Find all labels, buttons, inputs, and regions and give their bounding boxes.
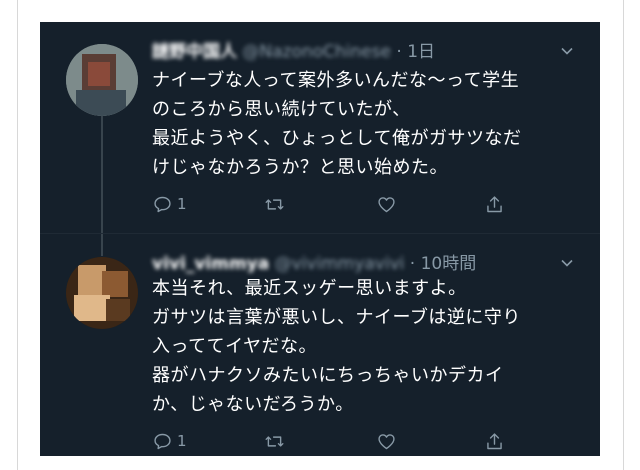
tweet-text-line: けじゃなかろうか？と思い始めた。	[152, 157, 448, 178]
tweet-text-line: 最近ようやく、ひょっとして俺がガサツなだ	[152, 128, 522, 149]
like-icon	[378, 433, 395, 449]
separator-dot: ·	[396, 42, 402, 62]
tweet-text-line: のころから思い続けていたが、	[152, 99, 411, 120]
share-button[interactable]	[484, 429, 505, 453]
share-button[interactable]	[484, 192, 505, 216]
page-border-left	[17, 0, 18, 470]
reply-count: 1	[177, 432, 187, 450]
retweet-button[interactable]	[264, 192, 289, 216]
tweet-text-line: 器がハナクソみたいにちっちゃいかデカイ	[152, 365, 504, 386]
user-handle[interactable]: @vivimmyavivi	[275, 254, 405, 274]
tweet-header: 謎野中国人 @NazonoChinese · 1日	[152, 40, 435, 64]
separator-dot: ·	[409, 254, 416, 274]
tweet-actions: 1	[152, 192, 532, 216]
reply-icon	[154, 433, 171, 449]
tweet-header: vivi_vimmya @vivimmyavivi · 10時間	[152, 252, 476, 276]
tweet-timestamp[interactable]: 10時間	[421, 254, 477, 274]
tweet-text-line: か、じゃないだろうか。	[152, 394, 354, 415]
user-handle[interactable]: @NazonoChinese	[242, 42, 391, 62]
avatar[interactable]	[66, 257, 138, 329]
like-button[interactable]	[376, 192, 401, 216]
tweet-item[interactable]: vivi_vimmya @vivimmyavivi · 10時間 本当それ、最近…	[40, 234, 600, 456]
avatar[interactable]	[66, 44, 138, 116]
tweet-text: 本当それ、最近スッゲー思いますよ。 ガサツは言葉が悪いし、ナイーブは逆に守り 入…	[152, 274, 592, 419]
chevron-down-icon[interactable]	[560, 44, 574, 58]
tweet-text-line: 本当それ、最近スッゲー思いますよ。	[152, 278, 467, 299]
reply-button[interactable]: 1	[152, 429, 187, 453]
tweet-timestamp[interactable]: 1日	[407, 42, 435, 62]
retweet-icon	[265, 435, 284, 447]
reply-button[interactable]: 1	[152, 192, 187, 216]
like-icon	[378, 196, 395, 212]
tweet-text-line: 入っててイヤだな。	[152, 336, 318, 357]
share-icon	[487, 432, 502, 449]
reply-icon	[154, 196, 171, 212]
tweet-item[interactable]: 謎野中国人 @NazonoChinese · 1日 ナイーブな人って案外多いんだ…	[40, 22, 600, 234]
page-border-right	[623, 0, 624, 470]
display-name[interactable]: vivi_vimmya	[152, 254, 269, 274]
like-button[interactable]	[376, 429, 401, 453]
tweet-text: ナイーブな人って案外多いんだな〜って学生 のころから思い続けていたが、 最近よう…	[152, 66, 592, 182]
retweet-icon	[265, 198, 284, 210]
retweet-button[interactable]	[264, 429, 289, 453]
chevron-down-icon[interactable]	[560, 256, 574, 270]
tweet-text-line: ナイーブな人って案外多いんだな〜って学生	[152, 70, 520, 91]
tweet-actions: 1	[152, 429, 532, 453]
tweet-thread: 謎野中国人 @NazonoChinese · 1日 ナイーブな人って案外多いんだ…	[40, 22, 600, 456]
reply-count: 1	[177, 195, 187, 213]
share-icon	[487, 195, 502, 212]
display-name[interactable]: 謎野中国人	[152, 42, 237, 62]
tweet-text-line: ガサツは言葉が悪いし、ナイーブは逆に守り	[152, 307, 521, 328]
